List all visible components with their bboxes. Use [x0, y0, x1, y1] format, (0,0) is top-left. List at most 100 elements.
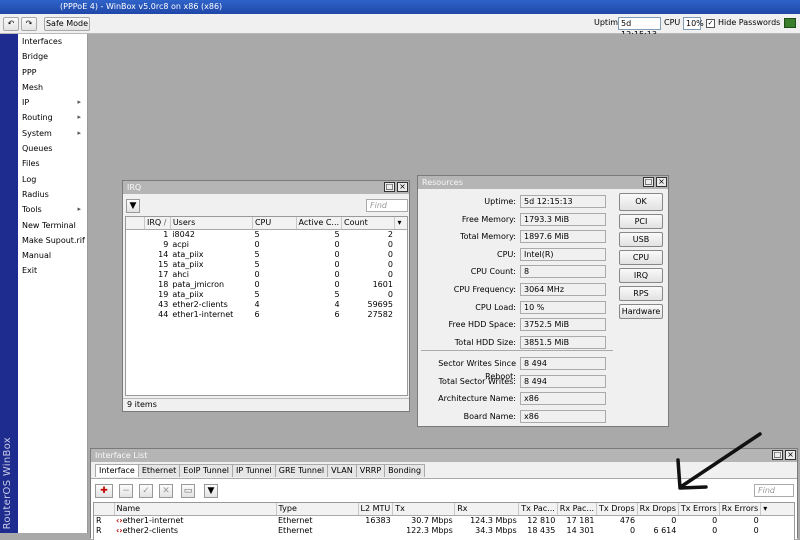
filter-icon[interactable]: ▼ — [204, 484, 218, 498]
irq-cell-count: 1601 — [372, 279, 393, 289]
table-row[interactable]: 19 ata_piix 5 5 0 — [126, 289, 407, 300]
restore-icon[interactable]: □ — [384, 182, 395, 192]
table-row[interactable]: 44 ether1-internet 6 6 27582 — [126, 310, 407, 320]
iface-col-tx-pac-[interactable]: Tx Pac... — [518, 503, 558, 516]
menu-item-bridge[interactable]: Bridge — [18, 49, 87, 64]
irq-col-cpu[interactable]: CPU — [252, 217, 297, 230]
restore-icon[interactable]: □ — [643, 177, 654, 187]
irq-col-count[interactable]: Count — [341, 217, 396, 230]
iface-col-name[interactable]: Name — [114, 503, 277, 516]
menu-item-mesh[interactable]: Mesh — [18, 80, 87, 95]
irq-window-title[interactable]: IRQ □ × — [123, 181, 409, 194]
close-icon[interactable]: × — [656, 177, 667, 187]
irq-find-input[interactable]: Find — [366, 199, 408, 212]
filter-icon[interactable]: ▼ — [126, 199, 140, 213]
table-row[interactable]: 1 i8042 5 5 2 — [126, 229, 407, 240]
iface-col-tx-drops[interactable]: Tx Drops — [596, 503, 638, 516]
remove-icon[interactable]: − — [119, 484, 133, 498]
pci-button[interactable]: PCI — [619, 214, 663, 229]
irq-col-irq[interactable]: IRQ / — [144, 217, 171, 230]
menu-item-ppp[interactable]: PPP — [18, 65, 87, 80]
main-toolbar: ↶ ↷ Safe Mode Uptime 5d 12:15:13 CPU 10%… — [0, 14, 800, 39]
resource-label: CPU Load: — [475, 302, 516, 312]
irq-window: IRQ □ × ▼ Find IRQ / Users CPU Active C.… — [122, 180, 410, 412]
menu-item-ip[interactable]: IP ▸ — [18, 95, 87, 110]
irq-button[interactable]: IRQ — [619, 268, 663, 283]
undo-icon[interactable]: ↶ — [3, 17, 19, 31]
menu-item-routing[interactable]: Routing ▸ — [18, 110, 87, 125]
menu-item-label: Log — [22, 174, 37, 184]
usb-button[interactable]: USB — [619, 232, 663, 247]
submenu-arrow-icon: ▸ — [77, 128, 81, 137]
column-menu-icon[interactable]: ▾ — [760, 503, 794, 516]
iface-col-type[interactable]: Type — [276, 503, 359, 516]
safe-mode-button[interactable]: Safe Mode — [44, 17, 90, 31]
add-icon[interactable]: ✚ — [95, 484, 113, 498]
menu-item-interfaces[interactable]: Interfaces — [18, 34, 87, 49]
menu-item-label: Mesh — [22, 82, 44, 92]
resources-window-title[interactable]: Resources □ × — [418, 176, 668, 189]
table-row[interactable]: R ‹›ether1-internet Ethernet 16383 30.7 Mbps… — [94, 515, 794, 526]
enable-icon[interactable]: ✓ — [139, 484, 153, 498]
tab-interface[interactable]: Interface — [95, 464, 139, 477]
menu-item-log[interactable]: Log — [18, 172, 87, 187]
redo-icon[interactable]: ↷ — [21, 17, 37, 31]
resource-value: 5d 12:15:13 — [520, 195, 606, 208]
menu-item-files[interactable]: Files — [18, 156, 87, 171]
table-row[interactable]: 18 pata_jmicron 0 0 1601 — [126, 279, 407, 290]
ok-button[interactable]: OK — [619, 193, 663, 211]
close-icon[interactable]: × — [785, 450, 796, 460]
menu-item-system[interactable]: System ▸ — [18, 126, 87, 141]
iface-col-tx[interactable]: Tx — [392, 503, 456, 516]
irq-cell-users: ata_piix — [172, 289, 204, 299]
table-row[interactable]: 15 ata_piix 5 0 0 — [126, 260, 407, 270]
irq-col-active[interactable]: Active C... — [296, 217, 343, 230]
table-row[interactable]: 17 ahci 0 0 0 — [126, 270, 407, 280]
cpu-button[interactable]: CPU — [619, 250, 663, 265]
menu-item-queues[interactable]: Queues — [18, 141, 87, 156]
hardware-button[interactable]: Hardware — [619, 304, 663, 319]
tab-vlan[interactable]: VLAN — [327, 464, 357, 477]
irq-cell-active: 0 — [334, 239, 340, 249]
iface-col-rx-drops[interactable]: Rx Drops — [637, 503, 679, 516]
table-row[interactable]: R ‹›ether2-clients Ethernet 122.3 Mbps 34.3 … — [94, 525, 794, 536]
menu-item-manual[interactable]: Manual — [18, 248, 87, 263]
tab-ethernet[interactable]: Ethernet — [137, 464, 181, 477]
menu-item-label: Make Supout.rif — [22, 235, 85, 245]
restore-icon[interactable]: □ — [772, 450, 783, 460]
close-icon[interactable]: × — [397, 182, 408, 192]
iface-col-rx-pac-[interactable]: Rx Pac... — [557, 503, 598, 516]
tab-bonding[interactable]: Bonding — [384, 464, 426, 477]
table-row[interactable]: 9 acpi 0 0 0 — [126, 239, 407, 250]
iface-col-tx-errors[interactable]: Tx Errors — [678, 503, 720, 516]
irq-col-users[interactable]: Users — [170, 217, 253, 230]
menu-item-tools[interactable]: Tools ▸ — [18, 202, 87, 217]
irq-cell-users: i8042 — [172, 229, 195, 239]
menu-item-exit[interactable]: Exit — [18, 263, 87, 278]
menu-item-label: Interfaces — [22, 37, 62, 46]
tab-eoip-tunnel[interactable]: EoIP Tunnel — [179, 464, 233, 477]
submenu-arrow-icon: ▸ — [77, 113, 81, 122]
hide-passwords-checkbox[interactable]: ✓ — [706, 19, 715, 28]
tab-gre-tunnel[interactable]: GRE Tunnel — [274, 464, 329, 477]
irq-cell-blank — [126, 310, 144, 320]
disable-icon[interactable]: ✕ — [159, 484, 173, 498]
tab-ip-tunnel[interactable]: IP Tunnel — [232, 464, 276, 477]
menu-item-new-terminal[interactable]: New Terminal — [18, 218, 87, 233]
iface-cell-flag: R — [96, 525, 102, 535]
rps-button[interactable]: RPS — [619, 286, 663, 301]
menu-item-radius[interactable]: Radius — [18, 187, 87, 202]
table-row[interactable]: 14 ata_piix 5 0 0 — [126, 250, 407, 260]
irq-cell-users: ether2-clients — [172, 299, 228, 309]
brand-text: RouterOS WinBox — [2, 436, 13, 529]
cpu-label: CPU — [664, 18, 681, 27]
iface-col-rx[interactable]: Rx — [454, 503, 520, 516]
tab-vrrp[interactable]: VRRP — [355, 464, 386, 477]
iface-col-rx-errors[interactable]: Rx Errors — [719, 503, 762, 516]
table-row[interactable]: 43 ether2-clients 4 4 59695 — [126, 299, 407, 310]
menu-item-make-supout-rif[interactable]: Make Supout.rif — [18, 233, 87, 248]
comment-icon[interactable]: ▭ — [181, 484, 195, 498]
column-menu-icon[interactable]: ▾ — [394, 217, 407, 230]
iface-col-l2-mtu[interactable]: L2 MTU — [358, 503, 394, 516]
iface-cell-txd: 0 — [630, 525, 636, 535]
